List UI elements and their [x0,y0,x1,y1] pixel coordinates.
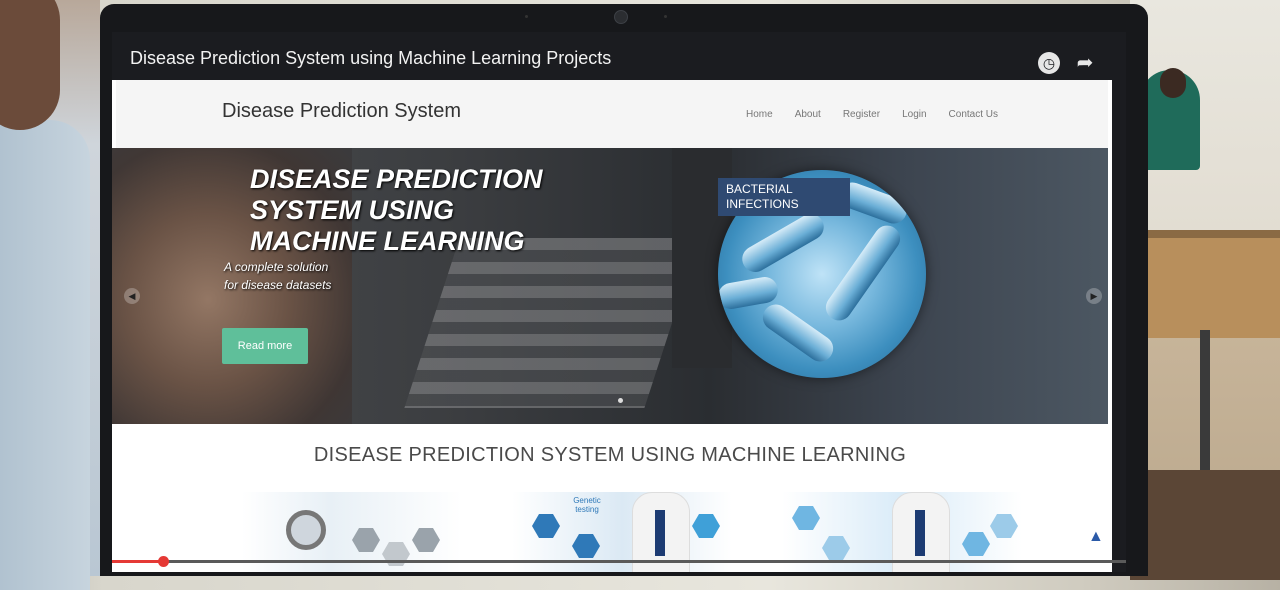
stethoscope-icon [286,510,326,550]
nav-register[interactable]: Register [843,109,880,120]
video-scrubber[interactable] [158,556,169,567]
hexagon-icon [412,528,440,552]
nav-contact-us[interactable]: Contact Us [949,109,998,120]
medical-icon [822,536,850,560]
video-progress-bar[interactable] [112,556,1126,567]
hero-subtitle-line1: A complete solution [224,260,329,274]
table-leg [1200,330,1210,490]
person-shoulder [0,120,90,590]
background-table [1130,230,1280,338]
hero-subtitle-line2: for disease datasets [224,278,332,292]
share-icon[interactable]: ➦ [1074,52,1096,74]
hero-carousel: DISEASE PREDICTION SYSTEM USING MACHINE … [112,148,1108,424]
read-more-button[interactable]: Read more [222,328,308,364]
nav-about[interactable]: About [795,109,821,120]
doctor-tie [655,510,665,556]
plus-icon [692,514,720,538]
hero-photo-keyboard [404,238,700,408]
chevron-left-icon[interactable]: ◀ [124,288,140,304]
background-room-right [1130,0,1280,580]
background-person-head [1160,68,1186,98]
nav-login[interactable]: Login [902,109,926,120]
site-navbar: Disease Prediction System Home About Reg… [116,80,1108,149]
medical-icon [792,506,820,530]
hero-subtitle: A complete solution for disease datasets [224,258,404,294]
foreground-desk [1130,470,1280,580]
hero-title: DISEASE PREDICTION SYSTEM USING MACHINE … [250,164,543,256]
search-icon [532,514,560,538]
section-title: DISEASE PREDICTION SYSTEM USING MACHINE … [313,444,907,466]
webcam-sensor-left [525,15,528,18]
medical-icon [962,532,990,556]
webcam-sensor-right [664,15,667,18]
dna-icon [572,534,600,558]
genetic-testing-label: Genetic testing [573,496,601,514]
video-progress-fill [112,560,163,563]
site-brand[interactable]: Disease Prediction System [222,100,461,123]
webcam [614,10,628,24]
clock-icon[interactable]: ◷ [1038,52,1060,74]
bacterium [820,220,906,326]
background-person-left [0,0,100,590]
video-title: Disease Prediction System using Machine … [130,48,612,68]
bacterial-infections-badge: BACTERIAL INFECTIONS [718,178,850,216]
nav-home[interactable]: Home [746,109,773,120]
hexagon-icon [352,528,380,552]
laptop-screen: Disease Prediction System using Machine … [112,32,1126,572]
bacterium [737,209,829,277]
person-head [0,0,60,130]
website-page: Disease Prediction System Home About Reg… [112,80,1112,572]
medical-icon [990,514,1018,538]
site-logo-icon: ▲ [1088,528,1104,545]
nav-links: Home About Register Login Contact Us [746,109,998,120]
doctor-tie [915,510,925,556]
chevron-right-icon[interactable]: ▶ [1086,288,1102,304]
carousel-indicator[interactable] [618,398,623,403]
